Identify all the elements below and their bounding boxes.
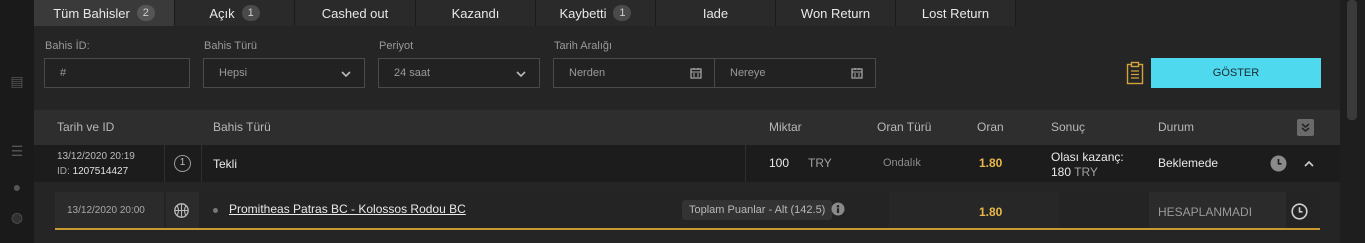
bet-type: Tekli (213, 157, 238, 171)
market-badge: Toplam Puanlar - Alt (142.5) (682, 200, 833, 220)
date-from-placeholder: Nerden (569, 67, 606, 79)
tab-open[interactable]: Açık 1 (175, 0, 295, 26)
bet-date: 13/12/2020 20:19 (57, 151, 135, 162)
tab-won[interactable]: Kazandı (416, 0, 536, 26)
football-icon: ● (12, 179, 22, 195)
clock-icon (1291, 203, 1308, 220)
selection-row[interactable]: 13/12/2020 20:00 Promitheas Patras BC - … (55, 192, 1320, 230)
bet-currency: TRY (808, 156, 832, 170)
header-odds-type: Oran Türü (877, 120, 932, 134)
bet-odds: 1.80 (979, 156, 1003, 170)
tab-label: Cashed out (321, 5, 389, 21)
bet-amount: 100 (769, 156, 790, 170)
match-link[interactable]: Promitheas Patras BC - Kolossos Rodou BC (229, 202, 466, 216)
tab-won-return[interactable]: Won Return (776, 0, 896, 26)
period-value: 24 saat (394, 67, 431, 79)
clock-icon (1270, 155, 1287, 172)
period-select[interactable]: 24 saat (378, 58, 540, 88)
clipboard-icon[interactable] (1126, 61, 1144, 85)
tab-label: Açık (209, 5, 235, 21)
bet-id-value: 1207514427 (72, 166, 129, 177)
chevron-down-icon (516, 71, 526, 78)
left-backdrop: ▤ ☰ ● ◍ (0, 0, 34, 243)
bet-type-select[interactable]: Hepsi (203, 58, 365, 88)
potential-win-value: 180 TRY (1051, 165, 1098, 179)
bet-id-label: Bahis İD: (45, 40, 90, 52)
tab-refund[interactable]: Iade (656, 0, 776, 26)
selection-status: HESAPLANMADI (1158, 205, 1253, 219)
bet-id-input[interactable]: # (44, 58, 190, 88)
date-range-label: Tarih Aralığı (554, 40, 613, 52)
table-header: Tarih ve ID Bahis Türü Miktar Oran Türü … (34, 110, 1340, 145)
cell-divider (201, 145, 202, 182)
bet-type-label: Bahis Türü (204, 40, 257, 52)
tab-count-badge: 1 (241, 5, 260, 21)
tab-label: Won Return (800, 5, 871, 21)
selection-odds: 1.80 (979, 205, 1003, 219)
tab-lost[interactable]: Kaybetti 1 (536, 0, 656, 26)
bet-type-value: Hepsi (219, 67, 248, 79)
menu-icon: ☰ (10, 143, 24, 159)
table-row[interactable]: 13/12/2020 20:19 ID: 1207514427 1 Tekli … (34, 145, 1340, 182)
cell-divider (164, 145, 165, 182)
header-status: Durum (1158, 120, 1195, 134)
bet-id: ID: 1207514427 (57, 166, 128, 177)
globe-icon: ◍ (10, 209, 24, 225)
tab-count-badge: 2 (136, 5, 155, 21)
date-to-input[interactable]: Nereye (714, 58, 876, 88)
potential-win-label: Olası kazanç: (1051, 150, 1124, 164)
potential-win-amount: 180 (1051, 165, 1072, 179)
header-amount: Miktar (769, 120, 802, 134)
bet-tabs: Tüm Bahisler 2 Açık 1 Cashed out Kazandı… (34, 0, 1016, 26)
basketball-icon (174, 203, 189, 218)
tab-label: Iade (702, 5, 729, 21)
bet-odds-type: Ondalık (883, 157, 921, 169)
date-from-input[interactable]: Nerden (553, 58, 715, 88)
bet-status: Beklemede (1158, 156, 1219, 170)
potential-win-currency: TRY (1074, 165, 1098, 179)
chevron-down-icon (341, 71, 351, 78)
cell-background (889, 192, 1059, 228)
bullet-dot (213, 208, 218, 213)
bet-id-placeholder: # (60, 67, 67, 79)
header-bet-type: Bahis Türü (213, 120, 271, 134)
calculator-icon: ▤ (10, 73, 24, 89)
period-label: Periyot (379, 40, 414, 52)
cell-divider (745, 145, 746, 182)
bet-history-panel: Tüm Bahisler 2 Açık 1 Cashed out Kazandı… (34, 0, 1340, 243)
calendar-icon (690, 68, 702, 79)
tab-count-badge: 1 (613, 5, 632, 21)
calendar-icon (851, 68, 863, 79)
show-button[interactable]: GÖSTER (1151, 58, 1321, 88)
double-chevron-down-icon (1301, 123, 1310, 132)
tab-label: Kaybetti (559, 5, 607, 21)
tab-label: Tüm Bahisler (53, 5, 130, 21)
tab-cashed-out[interactable]: Cashed out (295, 0, 416, 26)
header-odds: Oran (977, 120, 1004, 134)
tab-all-bets[interactable]: Tüm Bahisler 2 (34, 0, 175, 26)
collapse-all-button[interactable] (1297, 119, 1314, 136)
header-result: Sonuç (1051, 120, 1086, 134)
info-icon[interactable] (831, 202, 845, 216)
header-date-id: Tarih ve ID (57, 120, 115, 134)
date-to-placeholder: Nereye (730, 67, 766, 79)
scrollbar[interactable] (1347, 0, 1357, 120)
selection-count-badge: 1 (174, 155, 191, 172)
tab-label: Kazandı (451, 5, 500, 21)
tab-label: Lost Return (921, 5, 990, 21)
bet-id-label: ID: (57, 166, 70, 177)
tab-lost-return[interactable]: Lost Return (896, 0, 1016, 26)
chevron-up-icon[interactable] (1303, 158, 1315, 170)
selection-date: 13/12/2020 20:00 (67, 205, 145, 216)
